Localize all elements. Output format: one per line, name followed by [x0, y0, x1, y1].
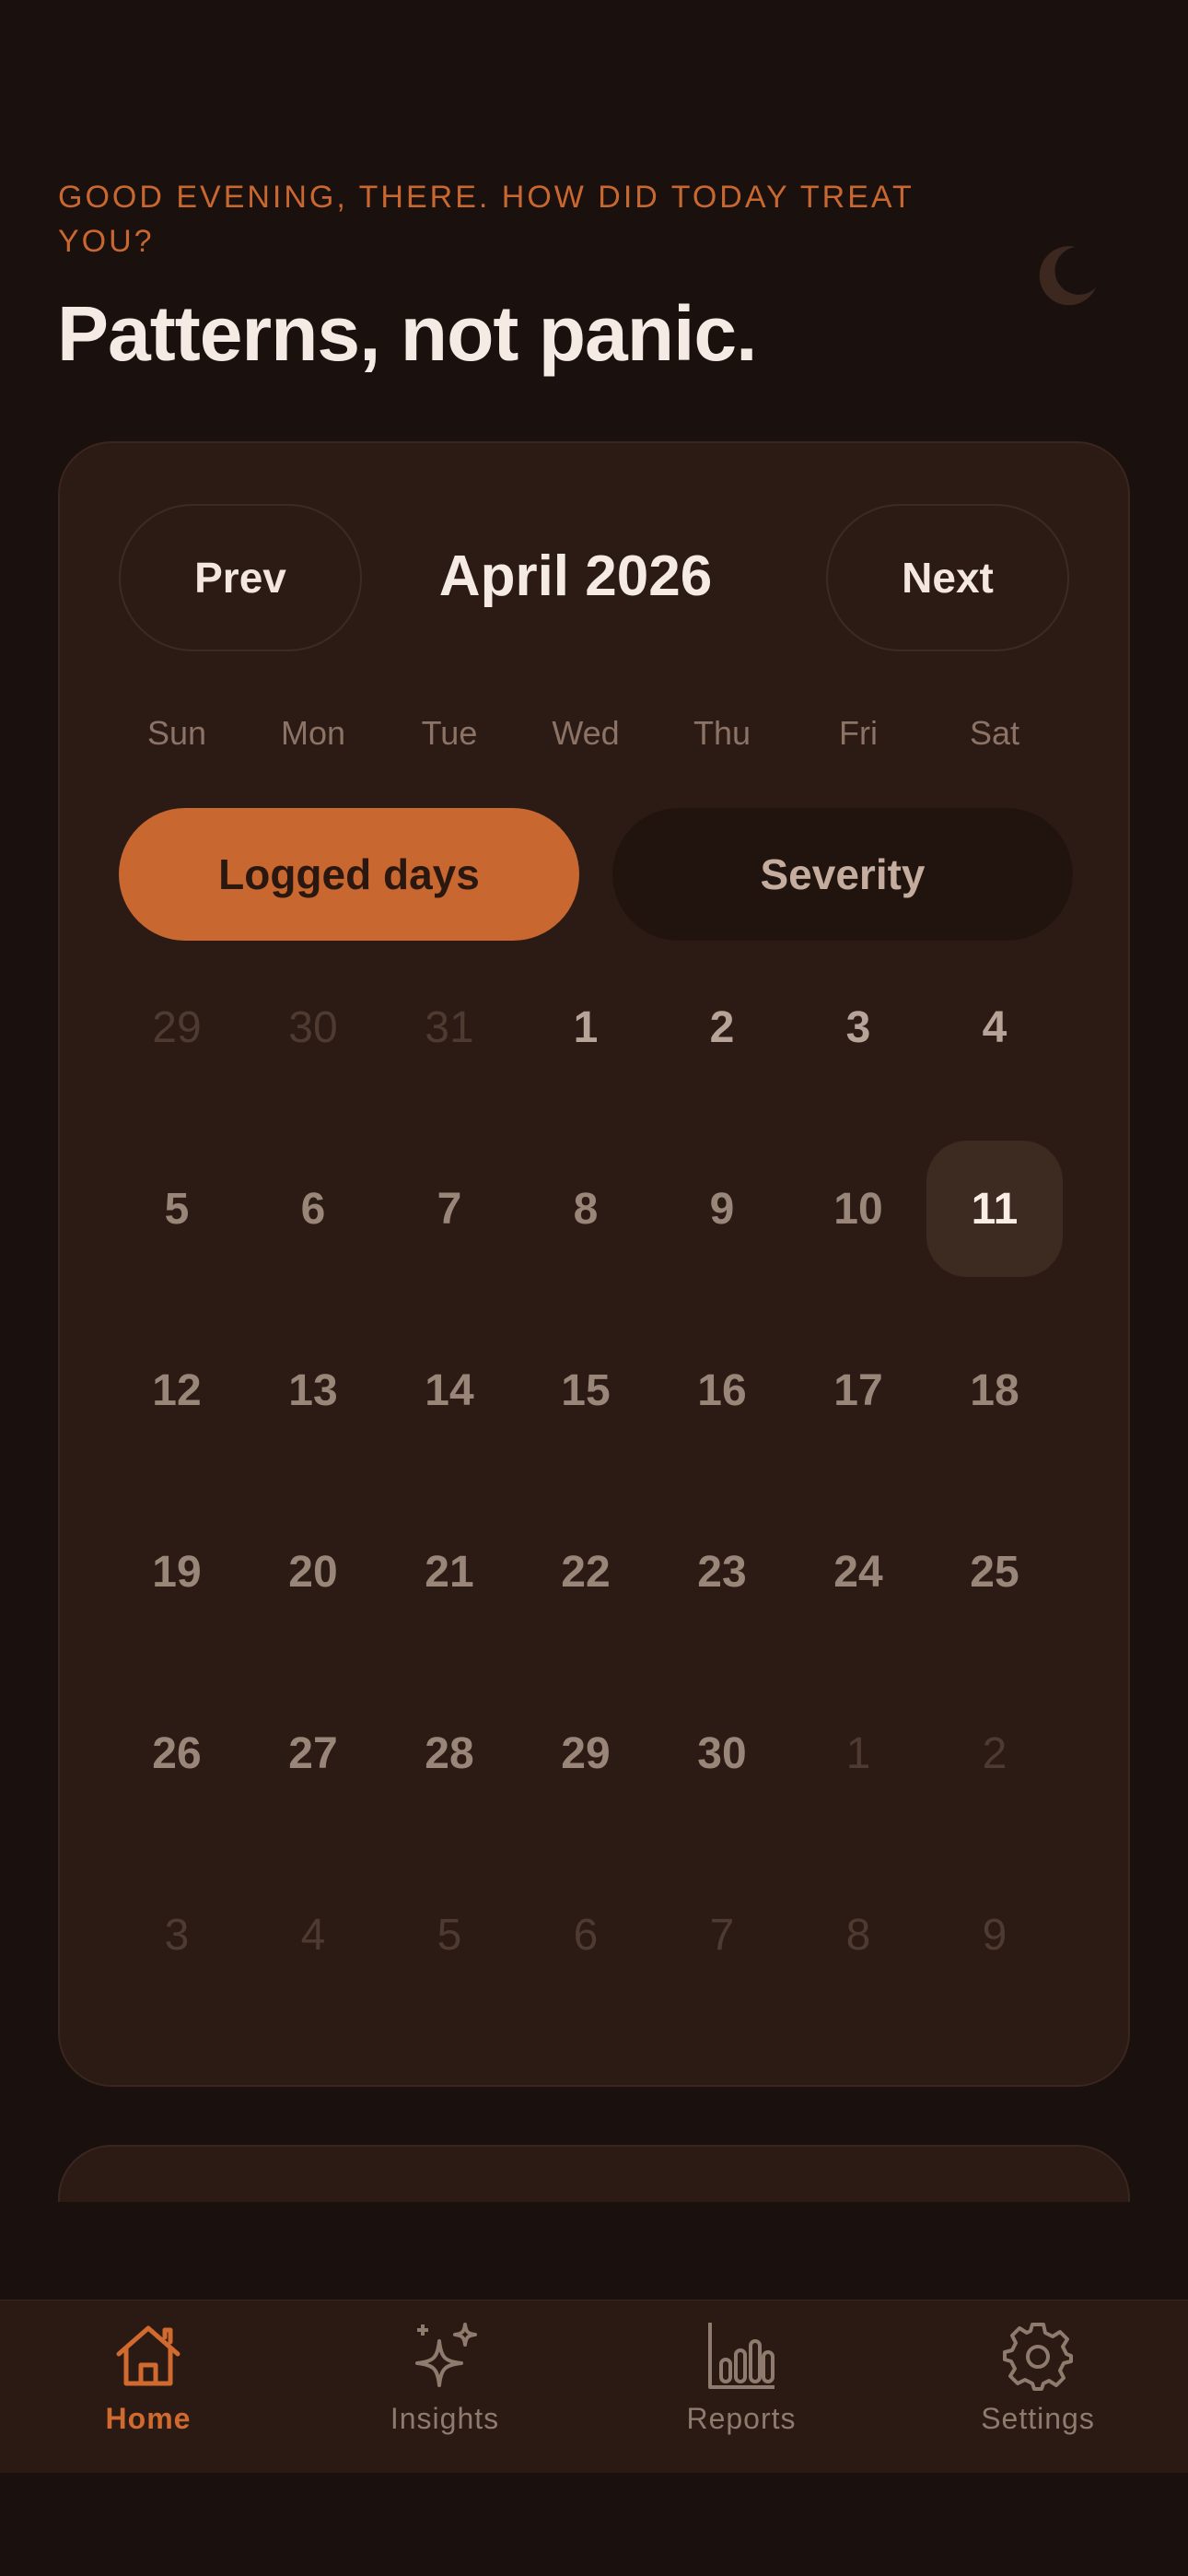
next-month-button[interactable]: Next [826, 504, 1069, 651]
tab-home[interactable]: Home [0, 2319, 297, 2457]
calendar-day[interactable]: 5 [109, 1141, 245, 1277]
tab-reports-label: Reports [686, 2402, 797, 2435]
calendar-day-today[interactable]: 11 [926, 1141, 1063, 1277]
weekday-wed: Wed [552, 714, 620, 752]
calendar-card: Prev April 2026 Next Sun Mon Tue Wed Thu… [58, 441, 1130, 2087]
calendar-day[interactable]: 31 [381, 959, 518, 1095]
month-title: April 2026 [438, 544, 713, 608]
sparkles-icon [415, 2323, 477, 2387]
calendar-day[interactable]: 7 [381, 1141, 518, 1277]
calendar-day[interactable]: 29 [518, 1685, 654, 1821]
calendar-day[interactable]: 1 [790, 1685, 926, 1821]
calendar-day[interactable]: 18 [926, 1322, 1063, 1458]
calendar-day[interactable]: 2 [654, 959, 790, 1095]
tab-bar: Home Insights Reports Settings [0, 2300, 1188, 2473]
weekday-fri: Fri [839, 714, 878, 752]
calendar-day[interactable]: 25 [926, 1504, 1063, 1640]
weekday-tue: Tue [421, 714, 478, 752]
bar-chart-icon [708, 2323, 775, 2389]
calendar-day[interactable]: 30 [245, 959, 381, 1095]
weekday-sat: Sat [969, 714, 1020, 752]
home-icon [116, 2325, 181, 2386]
calendar-day[interactable]: 10 [790, 1141, 926, 1277]
calendar-day[interactable]: 16 [654, 1322, 790, 1458]
tab-insights-label: Insights [390, 2402, 500, 2435]
tab-settings-label: Settings [981, 2402, 1095, 2435]
calendar-day[interactable]: 12 [109, 1322, 245, 1458]
calendar-day[interactable]: 23 [654, 1504, 790, 1640]
page-title: Patterns, not panic. [57, 290, 757, 377]
calendar-day[interactable]: 28 [381, 1685, 518, 1821]
calendar-day[interactable]: 3 [790, 959, 926, 1095]
tab-home-label: Home [105, 2402, 192, 2435]
weekday-header: Sun Mon Tue Wed Thu Fri Sat [109, 706, 1063, 761]
calendar-day[interactable]: 7 [654, 1867, 790, 2003]
greeting-text: GOOD EVENING, THERE. HOW DID TODAY TREAT… [58, 180, 914, 259]
tab-insights[interactable]: Insights [297, 2319, 593, 2457]
calendar-day[interactable]: 22 [518, 1504, 654, 1640]
calendar-day[interactable]: 5 [381, 1867, 518, 2003]
calendar-day[interactable]: 6 [518, 1867, 654, 2003]
calendar-day[interactable]: 8 [790, 1867, 926, 2003]
calendar-grid: 29 30 31 1 2 3 4 5 6 7 8 9 10 11 12 13 1… [109, 959, 1063, 2046]
tab-settings[interactable]: Settings [890, 2319, 1186, 2457]
calendar-day[interactable]: 4 [245, 1867, 381, 2003]
gear-icon [1003, 2323, 1073, 2391]
tab-reports[interactable]: Reports [593, 2319, 890, 2457]
severity-toggle[interactable]: Severity [612, 808, 1073, 941]
calendar-day[interactable]: 13 [245, 1322, 381, 1458]
weekday-mon: Mon [280, 714, 346, 752]
weekday-thu: Thu [693, 714, 751, 752]
calendar-day[interactable]: 3 [109, 1867, 245, 2003]
calendar-day[interactable]: 1 [518, 959, 654, 1095]
calendar-day[interactable]: 2 [926, 1685, 1063, 1821]
calendar-day[interactable]: 30 [654, 1685, 790, 1821]
calendar-day[interactable]: 17 [790, 1322, 926, 1458]
scroll-mask [0, 2202, 1188, 2300]
calendar-day[interactable]: 9 [654, 1141, 790, 1277]
calendar-day[interactable]: 14 [381, 1322, 518, 1458]
calendar-day[interactable]: 29 [109, 959, 245, 1095]
calendar-day[interactable]: 8 [518, 1141, 654, 1277]
calendar-day[interactable]: 19 [109, 1504, 245, 1640]
logged-days-toggle[interactable]: Logged days [119, 808, 579, 941]
calendar-day[interactable]: 6 [245, 1141, 381, 1277]
calendar-day[interactable]: 4 [926, 959, 1063, 1095]
app-screen: GOOD EVENING, THERE. HOW DID TODAY TREAT… [0, 0, 1188, 2576]
calendar-day[interactable]: 21 [381, 1504, 518, 1640]
calendar-day[interactable]: 24 [790, 1504, 926, 1640]
calendar-day[interactable]: 26 [109, 1685, 245, 1821]
moon-icon[interactable] [1033, 241, 1100, 308]
calendar-day[interactable]: 20 [245, 1504, 381, 1640]
prev-month-button[interactable]: Prev [119, 504, 362, 651]
calendar-day[interactable]: 9 [926, 1867, 1063, 2003]
calendar-day[interactable]: 27 [245, 1685, 381, 1821]
calendar-day[interactable]: 15 [518, 1322, 654, 1458]
weekday-sun: Sun [146, 714, 207, 752]
